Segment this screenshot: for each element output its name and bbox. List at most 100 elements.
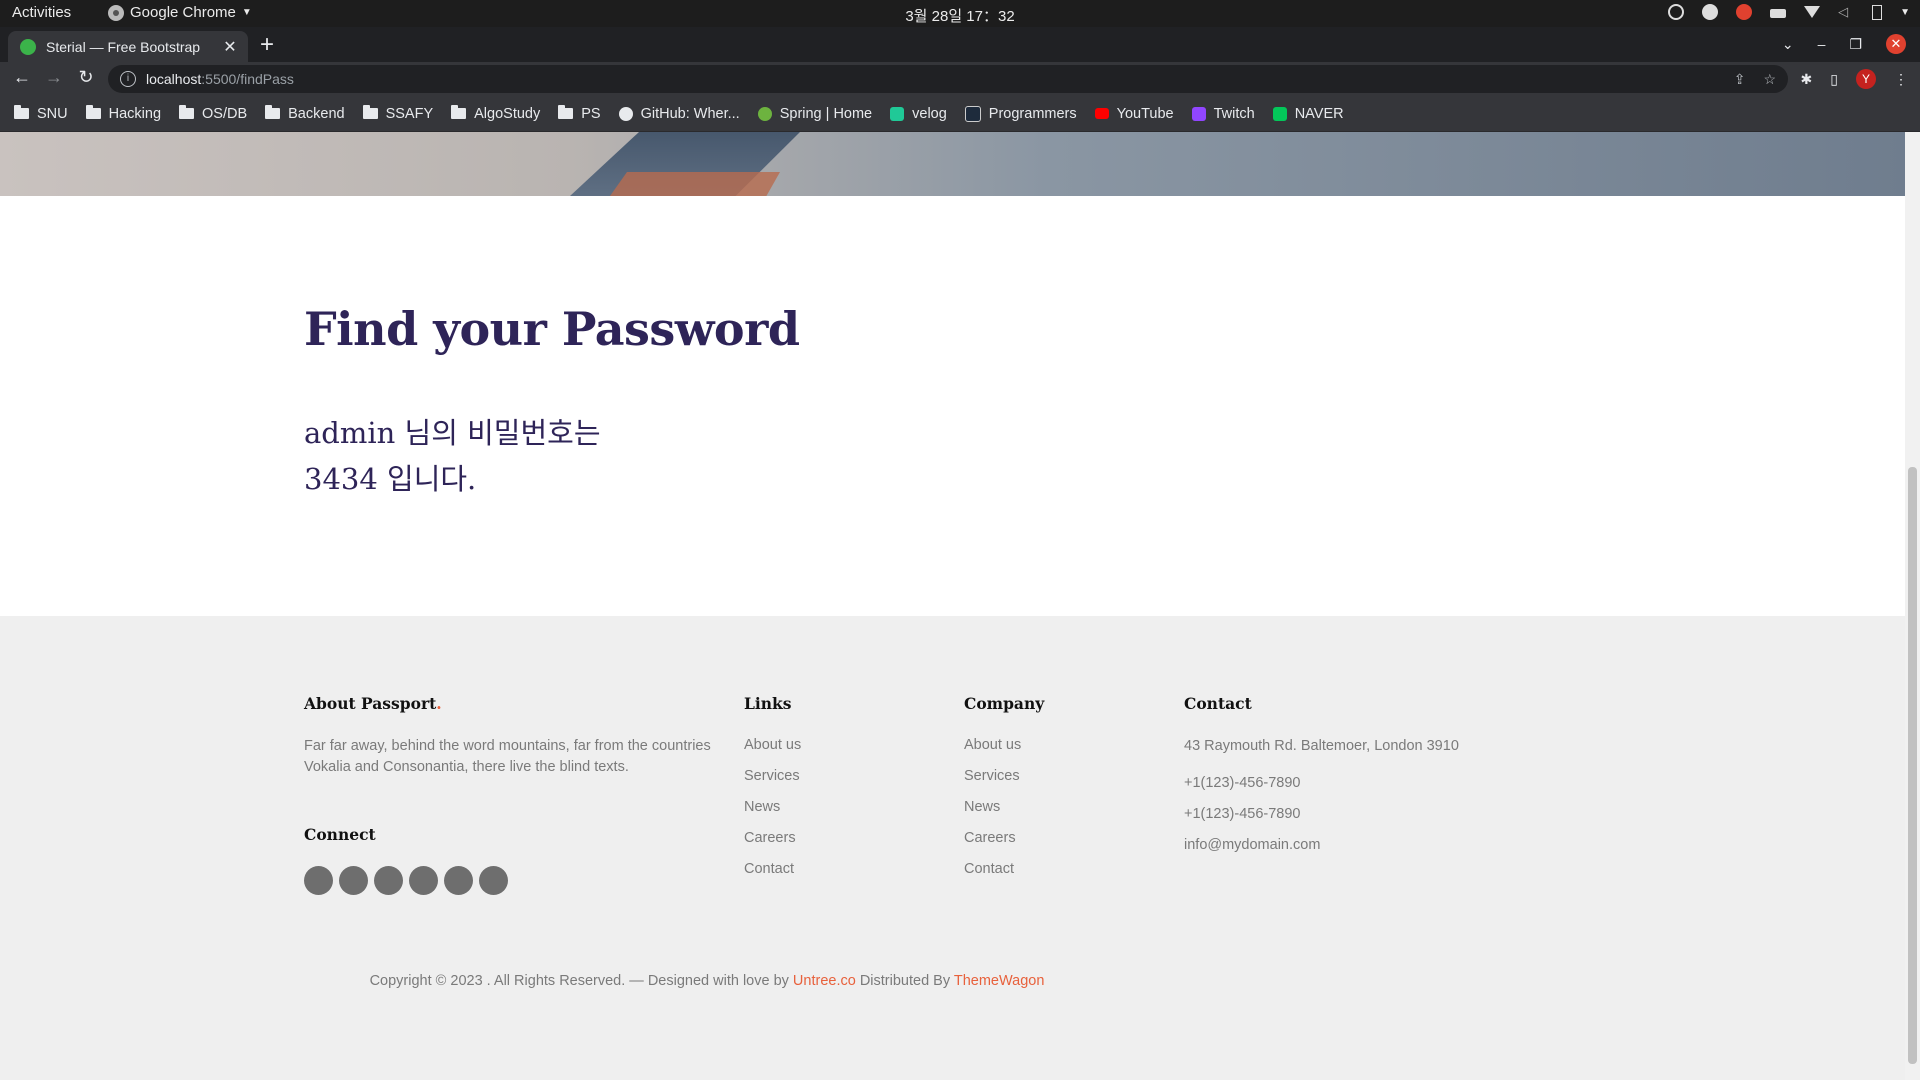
folder-icon: [265, 105, 281, 119]
social-icon-3[interactable]: [374, 866, 403, 895]
side-panel-icon[interactable]: ▯: [1830, 71, 1838, 88]
bookmark-label: OS/DB: [202, 105, 248, 122]
bookmark-osdb[interactable]: OS/DB: [179, 105, 248, 122]
social-icon-2[interactable]: [339, 866, 368, 895]
bookmark-label: Twitch: [1213, 105, 1255, 122]
keyboard-icon[interactable]: [1770, 9, 1787, 18]
result-line-2: 3434 입니다.: [304, 462, 477, 496]
links-heading: Links: [744, 694, 792, 713]
bookmark-hacking[interactable]: Hacking: [85, 105, 162, 122]
folder-icon: [558, 105, 574, 119]
social-icon-6[interactable]: [479, 866, 508, 895]
bookmark-github[interactable]: GitHub: Wher...: [618, 106, 740, 122]
page-scrollbar[interactable]: [1905, 132, 1920, 1080]
share-icon[interactable]: ⇪: [1734, 71, 1746, 88]
about-heading-dot: .: [436, 694, 442, 713]
do-not-disturb-icon[interactable]: [1736, 4, 1753, 20]
footer-link-contact[interactable]: Contact: [744, 861, 801, 892]
links-list: About us Services News Careers Contact: [744, 737, 801, 892]
site-favicon-icon: [20, 38, 36, 55]
restore-button[interactable]: ❐: [1849, 36, 1862, 53]
extensions-icon[interactable]: ✱: [1801, 71, 1813, 88]
company-link-about[interactable]: About us: [964, 737, 1021, 768]
copyright: Copyright © 2023 . All Rights Reserved. …: [0, 973, 1414, 989]
contact-phone-2[interactable]: +1(123)-456-7890: [1184, 804, 1301, 825]
footer-link-careers[interactable]: Careers: [744, 830, 801, 861]
naver-icon: [1272, 106, 1287, 121]
social-links: [304, 866, 508, 895]
window-controls: ⌄ – ❐ ✕: [1782, 34, 1906, 54]
bookmark-youtube[interactable]: YouTube: [1094, 106, 1174, 122]
result-line-1: admin 님의 비밀번호는: [304, 416, 601, 450]
company-link-news[interactable]: News: [964, 799, 1021, 830]
reload-button[interactable]: ↻: [74, 67, 98, 88]
bookmark-spring[interactable]: Spring | Home: [757, 105, 873, 122]
browser-toolbar: ← → ↻ i localhost:5500/findPass ⇪ ☆ ✱ ▯ …: [0, 62, 1920, 96]
battery-icon[interactable]: [1872, 4, 1883, 20]
system-tray[interactable]: ◁ ▼: [1668, 4, 1910, 20]
bookmark-label: Spring | Home: [779, 105, 873, 122]
site-footer: About Passport. Far far away, behind the…: [0, 616, 1905, 1080]
copyright-mid-text: Distributed By: [855, 973, 954, 989]
bookmark-naver[interactable]: NAVER: [1272, 106, 1344, 122]
bookmark-twitch[interactable]: Twitch: [1191, 105, 1255, 122]
chrome-icon: [108, 4, 124, 21]
bookmark-velog[interactable]: velog: [890, 106, 947, 122]
app-menu[interactable]: Google Chrome ▼: [108, 4, 252, 21]
clock[interactable]: 3월 28일 17：32: [0, 5, 1920, 26]
minimize-button[interactable]: –: [1818, 36, 1826, 52]
folder-icon: [179, 105, 195, 119]
social-icon-1[interactable]: [304, 866, 333, 895]
bookmark-snu[interactable]: SNU: [14, 105, 68, 122]
social-icon-5[interactable]: [444, 866, 473, 895]
activities-button[interactable]: Activities: [12, 4, 71, 21]
bookmark-label: velog: [912, 105, 947, 122]
github-icon: [618, 106, 633, 121]
wifi-icon[interactable]: [1804, 6, 1821, 18]
company-link-services[interactable]: Services: [964, 768, 1021, 799]
close-tab-icon[interactable]: ✕: [222, 37, 238, 57]
company-link-careers[interactable]: Careers: [964, 830, 1021, 861]
scrollbar-thumb[interactable]: [1908, 467, 1917, 1064]
twitch-icon: [1191, 106, 1206, 121]
chrome-menu-icon[interactable]: ⋮: [1894, 71, 1908, 88]
bookmark-programmers[interactable]: Programmers: [964, 105, 1077, 122]
volume-muted-icon[interactable]: ◁: [1838, 4, 1854, 20]
company-link-contact[interactable]: Contact: [964, 861, 1021, 892]
bookmark-algostudy[interactable]: AlgoStudy: [451, 105, 540, 122]
tab-search-icon[interactable]: ⌄: [1782, 36, 1794, 53]
untree-link[interactable]: Untree.co: [793, 973, 856, 989]
bookmark-label: PS: [581, 105, 601, 122]
address-bar[interactable]: i localhost:5500/findPass ⇪ ☆: [108, 65, 1788, 93]
url-host: localhost: [146, 71, 202, 87]
steam-icon[interactable]: [1702, 4, 1719, 20]
contact-heading: Contact: [1184, 694, 1252, 713]
site-info-icon[interactable]: i: [120, 71, 136, 87]
bookmark-star-icon[interactable]: ☆: [1763, 71, 1776, 88]
bookmark-backend[interactable]: Backend: [265, 105, 345, 122]
bookmark-label: Hacking: [108, 105, 162, 122]
forward-button[interactable]: →: [42, 67, 66, 88]
footer-link-about[interactable]: About us: [744, 737, 801, 768]
footer-link-services[interactable]: Services: [744, 768, 801, 799]
sync-icon[interactable]: [1668, 4, 1685, 20]
toolbar-right: ✱ ▯ Y ⋮: [1801, 69, 1908, 89]
themewagon-link[interactable]: ThemeWagon: [954, 973, 1045, 989]
bookmarks-bar: SNU Hacking OS/DB Backend SSAFY AlgoStud…: [0, 96, 1920, 132]
close-window-button[interactable]: ✕: [1886, 34, 1906, 54]
profile-avatar[interactable]: Y: [1856, 69, 1876, 89]
footer-link-news[interactable]: News: [744, 799, 801, 830]
about-heading-text: About Passport: [304, 694, 437, 713]
bookmark-ssafy[interactable]: SSAFY: [362, 105, 433, 122]
folder-icon: [85, 105, 101, 119]
app-menu-label: Google Chrome: [130, 4, 236, 21]
contact-phone-1[interactable]: +1(123)-456-7890: [1184, 773, 1301, 794]
social-icon-4[interactable]: [409, 866, 438, 895]
new-tab-button[interactable]: +: [260, 31, 274, 59]
folder-icon: [451, 105, 467, 119]
system-menu-caret-icon[interactable]: ▼: [1900, 7, 1910, 18]
contact-email[interactable]: info@mydomain.com: [1184, 835, 1320, 856]
bookmark-ps[interactable]: PS: [558, 105, 601, 122]
tab-active[interactable]: Sterial — Free Bootstrap ✕: [8, 31, 248, 62]
back-button[interactable]: ←: [10, 67, 34, 88]
